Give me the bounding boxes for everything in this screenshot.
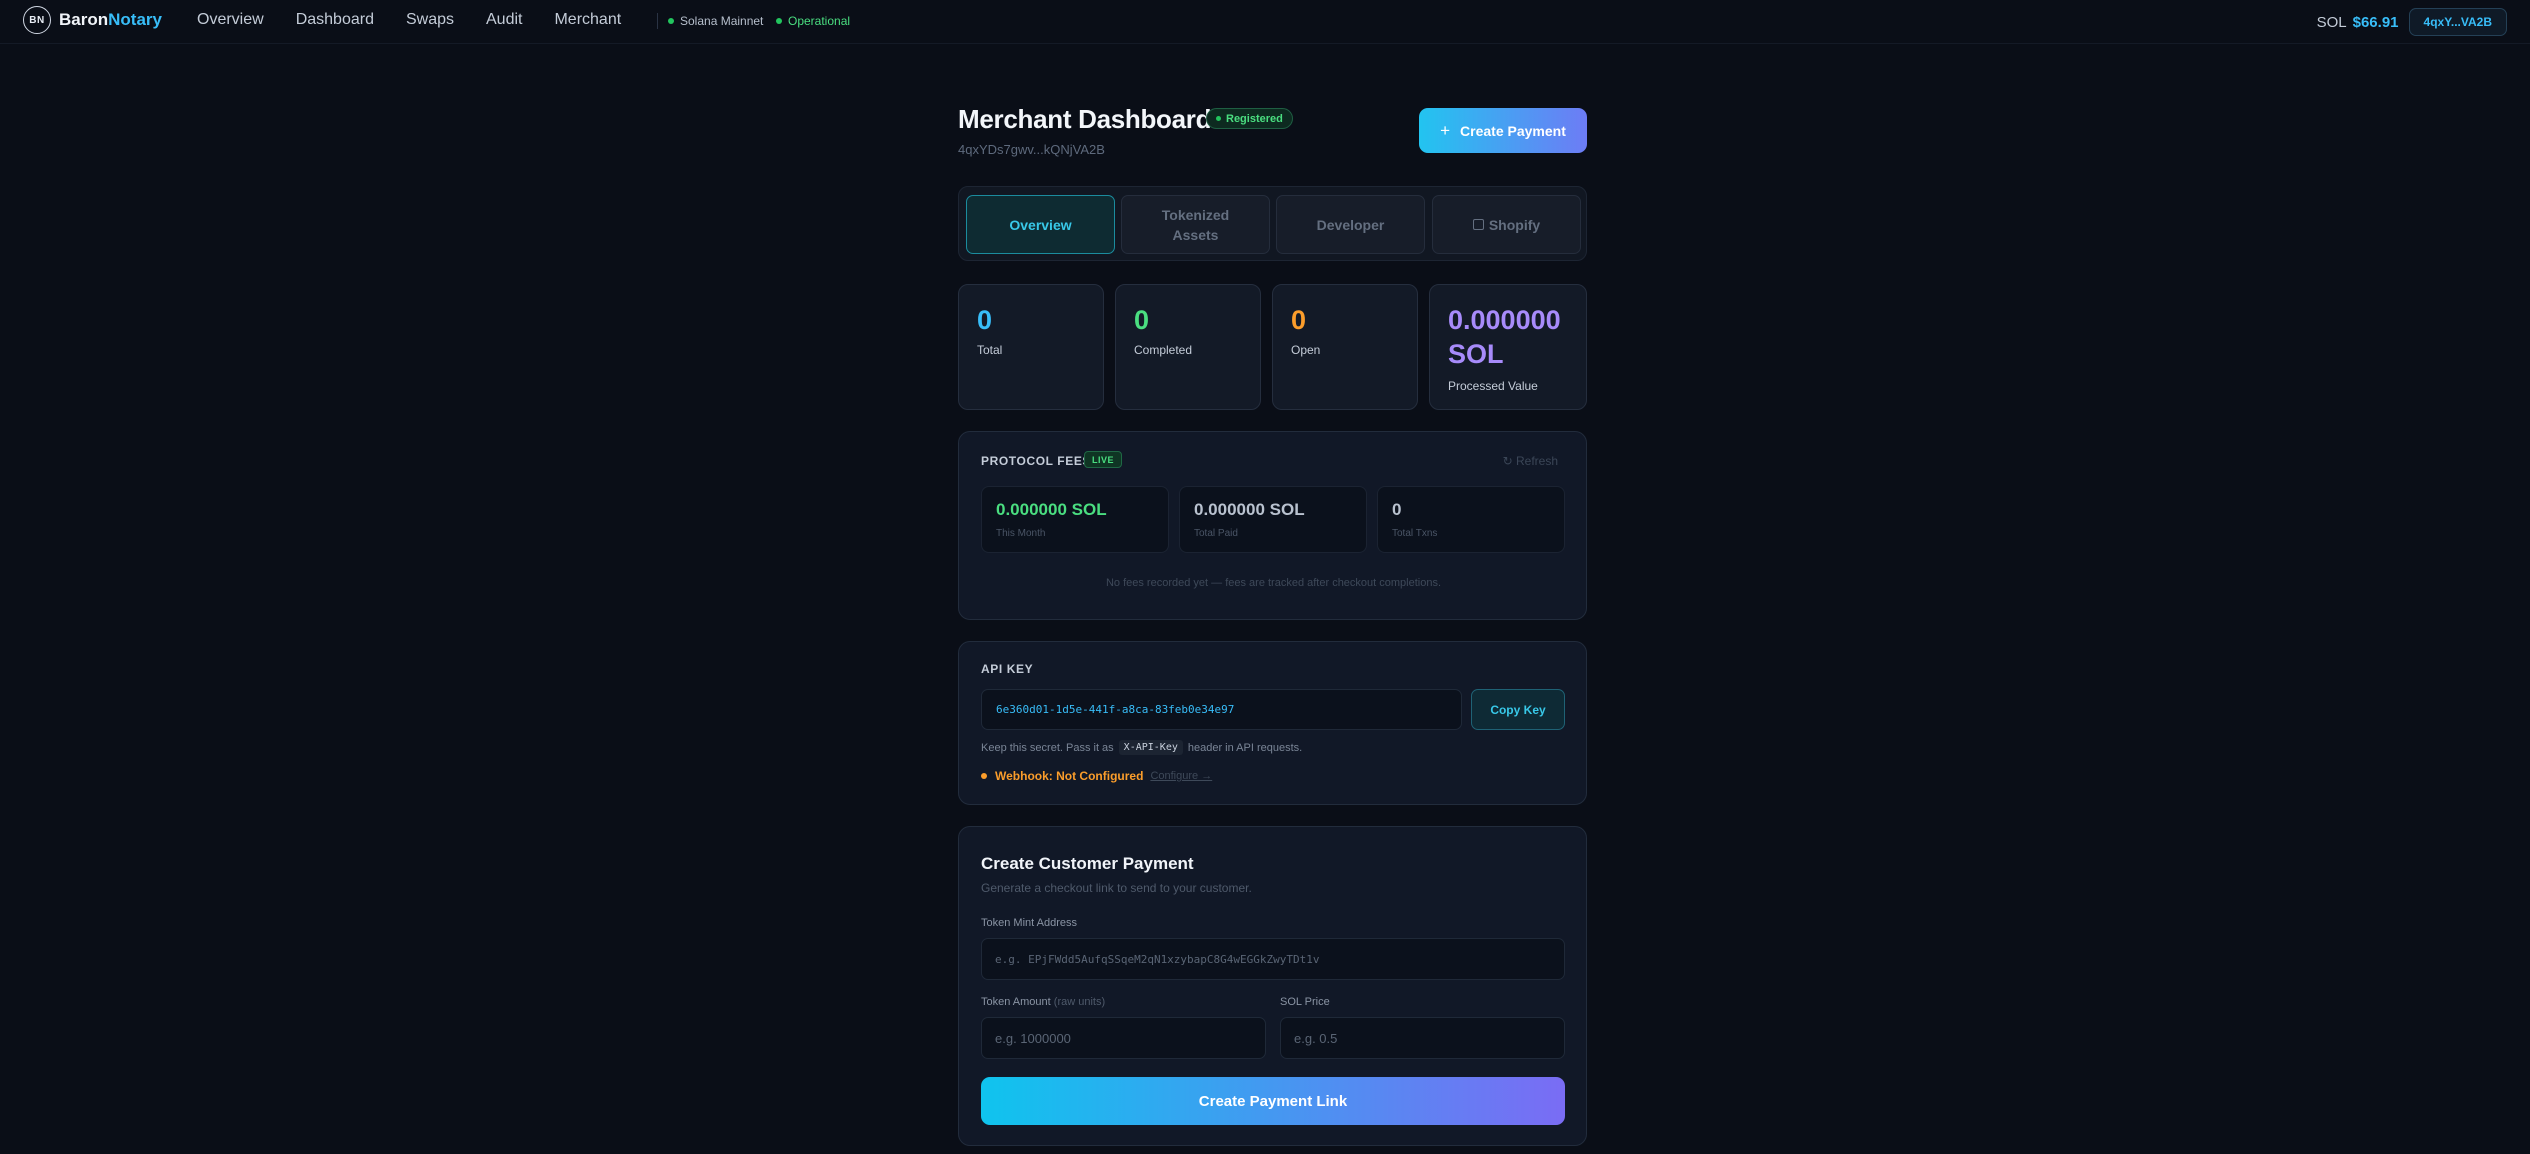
token-amount-hint: (raw units): [1053, 996, 1106, 1008]
dashboard-tabs: Overview Tokenized Assets Developer Shop…: [958, 186, 1587, 261]
nav-link-overview[interactable]: Overview: [197, 10, 264, 30]
brand[interactable]: BN BaronNotary: [23, 6, 162, 34]
fee-this-month-value: 0.000000 SOL: [996, 500, 1107, 519]
token-amount-label: Token Amount (raw units): [981, 996, 1105, 1008]
status-label: Operational: [788, 14, 851, 28]
plus-icon: +: [1440, 120, 1451, 140]
stat-open-label: Open: [1291, 343, 1321, 357]
stat-total-label: Total: [977, 343, 1003, 357]
nav-link-dashboard[interactable]: Dashboard: [296, 10, 374, 30]
brand-name-first: Baron: [59, 10, 109, 29]
stat-processed-value: 0.000000 SOL: [1448, 305, 1561, 369]
fees-empty-note: No fees recorded yet — fees are tracked …: [1105, 577, 1442, 589]
nav-link-audit[interactable]: Audit: [486, 10, 522, 30]
create-payment-button[interactable]: + Create Payment: [1419, 108, 1587, 153]
api-hint-before: Keep this secret. Pass it as: [981, 741, 1114, 754]
wallet-area: SOL $66.91 4qxY...VA2B: [2317, 8, 2507, 36]
tab-tokenized-assets-label: Tokenized Assets: [1161, 206, 1230, 243]
registered-badge-label: Registered: [1226, 112, 1283, 125]
tab-overview[interactable]: Overview: [966, 195, 1115, 254]
live-badge: LIVE: [1084, 451, 1123, 468]
create-customer-payment-panel: Create Customer Payment Generate a check…: [958, 826, 1587, 1146]
refresh-button[interactable]: ↻ Refresh: [1503, 454, 1558, 468]
nav-link-merchant[interactable]: Merchant: [554, 10, 621, 30]
token-amount-input[interactable]: [981, 1017, 1266, 1059]
sol-price-input[interactable]: [1280, 1017, 1565, 1059]
stat-card-processed-value: 0.000000 SOL Processed Value: [1429, 284, 1587, 410]
protocol-fees-title: PROTOCOL FEES: [981, 454, 1092, 468]
create-payment-link-button[interactable]: Create Payment Link: [981, 1077, 1565, 1125]
page-header: Merchant Dashboard Registered 4qxYDs7gwv…: [958, 104, 1587, 162]
api-key-field[interactable]: 6e360d01-1d5e-441f-a8ca-83feb0e34e97: [981, 689, 1462, 730]
tab-shopify[interactable]: Shopify: [1432, 195, 1581, 254]
sol-label: SOL: [2316, 13, 2347, 31]
wallet-button[interactable]: 4qxY...VA2B: [2408, 8, 2507, 36]
status-dot-icon: [776, 18, 782, 24]
tab-shopify-label: Shopify: [1488, 216, 1541, 233]
token-amount-label-text: Token Amount: [981, 996, 1051, 1008]
sol-balance: $66.91: [2352, 13, 2399, 31]
create-payment-subtitle: Generate a checkout link to send to your…: [981, 881, 1252, 895]
stat-processed-label: Processed Value: [1448, 379, 1538, 393]
webhook-status: Webhook: Not Configured Configure →: [981, 769, 1212, 783]
fee-this-month-label: This Month: [996, 528, 1046, 539]
stat-card-open: 0 Open: [1272, 284, 1418, 410]
fee-card-total-txns: 0 Total Txns: [1377, 486, 1565, 553]
fee-total-paid-label: Total Paid: [1194, 528, 1238, 539]
tab-overview-label: Overview: [1009, 216, 1072, 233]
copy-key-button[interactable]: Copy Key: [1471, 689, 1565, 730]
api-key-panel: API KEY 6e360d01-1d5e-441f-a8ca-83feb0e3…: [958, 641, 1587, 805]
registered-badge: Registered: [1206, 108, 1293, 129]
token-mint-label: Token Mint Address: [981, 917, 1077, 929]
nav-divider: [657, 13, 658, 29]
network-dot-icon: [668, 18, 674, 24]
stat-completed-label: Completed: [1134, 343, 1193, 357]
stat-card-total: 0 Total: [958, 284, 1104, 410]
brand-logo-icon: BN: [23, 6, 51, 34]
brand-name-second: Notary: [108, 10, 162, 29]
nav-links: Overview Dashboard Swaps Audit Merchant: [197, 10, 653, 30]
registered-dot-icon: [1216, 116, 1221, 121]
fee-total-txns-value: 0: [1392, 500, 1402, 519]
tab-developer[interactable]: Developer: [1276, 195, 1425, 254]
configure-webhook-link[interactable]: Configure →: [1150, 770, 1212, 782]
network-label: Solana Mainnet: [680, 14, 764, 28]
token-mint-input[interactable]: [981, 938, 1565, 980]
brand-name: BaronNotary: [59, 10, 162, 30]
api-key-title: API KEY: [981, 662, 1034, 676]
protocol-fees-panel: PROTOCOL FEES LIVE ↻ Refresh 0.000000 SO…: [958, 431, 1587, 620]
tab-developer-label: Developer: [1316, 216, 1385, 233]
webhook-dot-icon: [981, 773, 987, 779]
api-hint-after: header in API requests.: [1187, 741, 1303, 754]
api-key-hint: Keep this secret. Pass it as X-API-Key h…: [981, 740, 1302, 755]
merchant-address: 4qxYDs7gwv...kQNjVA2B: [958, 142, 1105, 157]
fee-total-paid-value: 0.000000 SOL: [1194, 500, 1305, 519]
fee-card-total-paid: 0.000000 SOL Total Paid: [1179, 486, 1367, 553]
fee-total-txns-label: Total Txns: [1392, 528, 1438, 539]
page-title: Merchant Dashboard: [958, 104, 1212, 134]
top-navbar: BN BaronNotary Overview Dashboard Swaps …: [0, 0, 2530, 44]
stat-total-value: 0: [977, 305, 993, 335]
stat-card-completed: 0 Completed: [1115, 284, 1261, 410]
create-payment-label: Create Payment: [1460, 122, 1566, 139]
network-status: Solana Mainnet: [668, 14, 763, 28]
shopping-bag-icon: [1472, 219, 1484, 230]
nav-link-swaps[interactable]: Swaps: [406, 10, 454, 30]
stat-open-value: 0: [1291, 305, 1307, 335]
system-status: Operational: [776, 14, 850, 28]
create-payment-title: Create Customer Payment: [981, 854, 1194, 873]
sol-price-label: SOL Price: [1280, 996, 1330, 1008]
api-header-code: X-API-Key: [1118, 740, 1183, 755]
webhook-status-text: Webhook: Not Configured: [995, 769, 1144, 783]
fee-card-this-month: 0.000000 SOL This Month: [981, 486, 1169, 553]
tab-tokenized-assets[interactable]: Tokenized Assets: [1121, 195, 1270, 254]
stat-completed-value: 0: [1134, 305, 1150, 335]
